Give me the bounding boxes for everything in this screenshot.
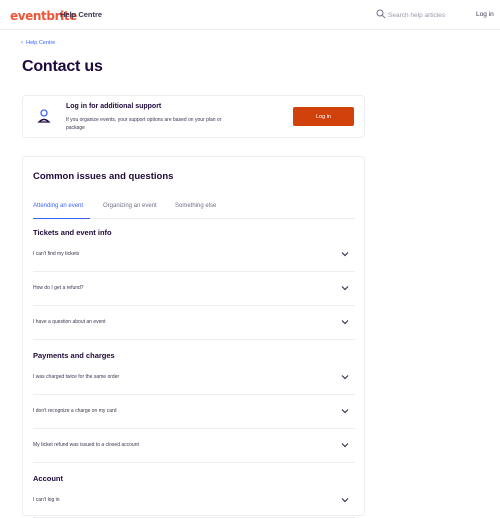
help-centre-label[interactable]: Help Centre (60, 10, 102, 19)
list-item[interactable]: I can't find my tickets (33, 238, 355, 272)
page-title: Contact us (22, 58, 103, 75)
tab-organizing-an-event[interactable]: Organizing an event (103, 203, 157, 209)
list-item[interactable]: I have a question about an event (33, 306, 355, 340)
chevron-down-icon (341, 409, 349, 414)
login-button[interactable]: Log in (293, 107, 354, 126)
list-item[interactable]: I don't recognize a charge on my card (33, 395, 355, 429)
top-navigation-bar: eventbrite Help Centre Log in (0, 0, 500, 30)
common-issues-card: Common issues and questions Attending an… (22, 156, 365, 518)
chevron-down-icon (341, 443, 349, 448)
list-item-label: I don't recognize a charge on my card (33, 408, 117, 414)
list-item-label: I was charged twice for the same order (33, 374, 120, 380)
person-icon (37, 109, 51, 123)
breadcrumb-help-centre-link[interactable]: Help Centre (26, 40, 55, 46)
list-item-label: I can't find my tickets (33, 251, 80, 257)
header-login-link[interactable]: Log in (476, 11, 494, 18)
active-tab-indicator (33, 217, 90, 219)
section-heading-account: Account (33, 474, 63, 483)
search-icon[interactable] (376, 9, 386, 19)
login-support-card: Log in for additional support If you org… (22, 95, 365, 138)
list-item[interactable]: I was charged twice for the same order (33, 361, 355, 395)
list-item-label: I have a question about an event (33, 319, 106, 325)
search-input[interactable] (388, 9, 460, 21)
chevron-down-icon (341, 320, 349, 325)
list-item[interactable]: I can't log in (33, 484, 355, 518)
common-issues-title: Common issues and questions (33, 171, 174, 182)
login-card-title: Log in for additional support (66, 103, 162, 110)
list-item[interactable]: My ticket refund was issued to a closed … (33, 429, 355, 463)
chevron-down-icon (341, 286, 349, 291)
login-card-description: If you organize events, your support opt… (66, 117, 222, 131)
chevron-down-icon (341, 375, 349, 380)
tab-something-else[interactable]: Something else (175, 203, 216, 209)
section-heading-payments: Payments and charges (33, 351, 115, 360)
chevron-left-icon: ‹ (21, 40, 23, 46)
list-item[interactable]: How do I get a refund? (33, 272, 355, 306)
list-item-label: How do I get a refund? (33, 285, 84, 291)
breadcrumb: ‹ Help Centre (21, 40, 55, 46)
chevron-down-icon (341, 252, 349, 257)
tab-attending-an-event[interactable]: Attending an event (33, 203, 83, 209)
issue-tabs: Attending an event Organizing an event S… (33, 203, 355, 219)
chevron-down-icon (341, 498, 349, 503)
list-item-label: I can't log in (33, 497, 60, 503)
list-item-label: My ticket refund was issued to a closed … (33, 442, 139, 448)
section-heading-tickets: Tickets and event info (33, 228, 112, 237)
